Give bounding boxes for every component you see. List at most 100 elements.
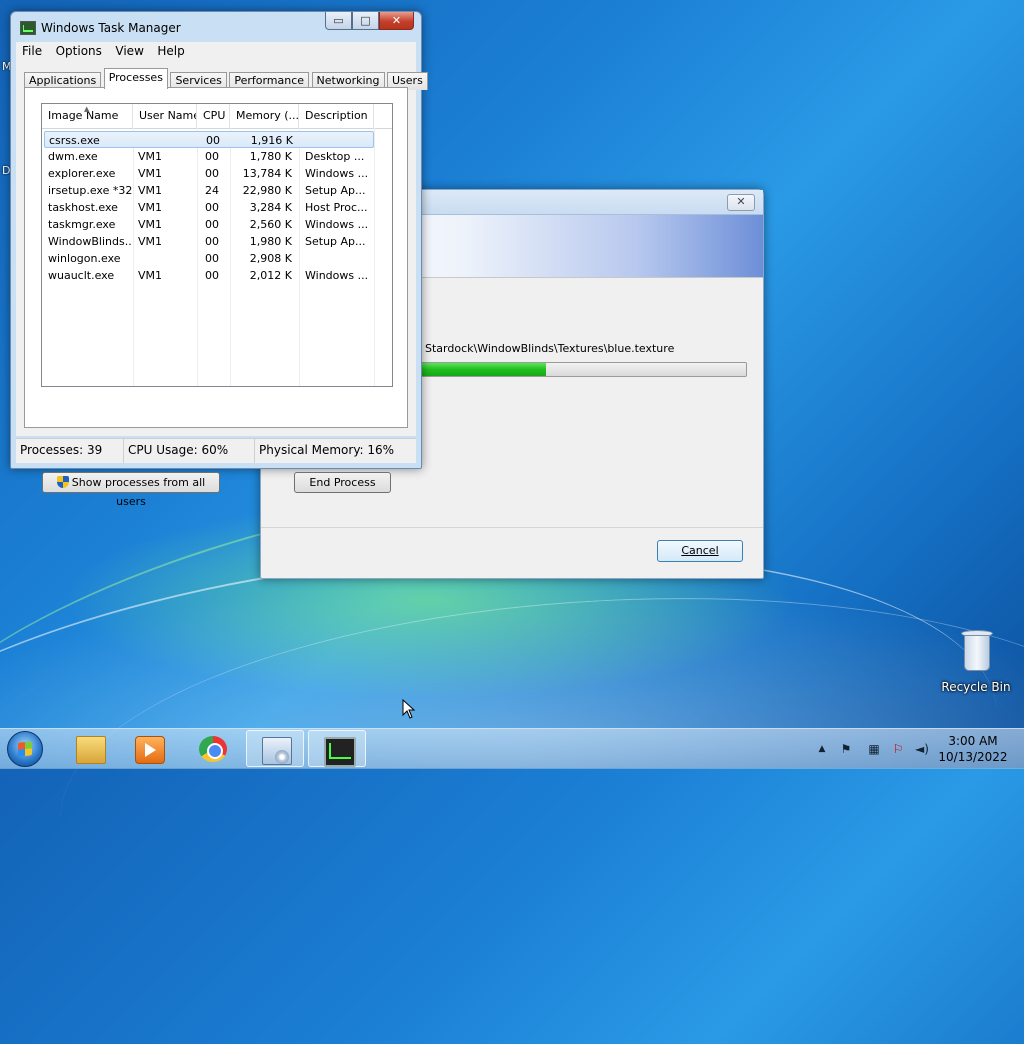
process-row[interactable]: WindowBlinds... VM1 00 1,980 K Setup Ap... <box>42 233 392 250</box>
process-row[interactable]: csrss.exe 00 1,916 K <box>44 131 374 148</box>
process-image-cell: csrss.exe <box>49 134 100 147</box>
process-memory-cell: 2,908 K <box>249 252 292 265</box>
volume-icon[interactable]: ◄) <box>914 741 930 757</box>
process-row[interactable]: irsetup.exe *32 VM1 24 22,980 K Setup Ap... <box>42 182 392 199</box>
menu-file[interactable]: File <box>16 42 46 61</box>
process-user-cell: VM1 <box>138 201 163 214</box>
process-user-cell: VM1 <box>138 150 163 163</box>
taskbar-item-explorer[interactable] <box>61 730 119 767</box>
process-image-cell: explorer.exe <box>48 167 116 180</box>
process-memory-cell: 13,784 K <box>242 167 292 180</box>
installer-close-button[interactable]: ✕ <box>727 194 755 211</box>
process-row[interactable]: explorer.exe VM1 00 13,784 K Windows ... <box>42 165 392 182</box>
process-image-cell: winlogon.exe <box>48 252 121 265</box>
taskbar-item-task-manager[interactable] <box>308 730 366 767</box>
clock-date: 10/13/2022 <box>938 750 1008 764</box>
menu-view[interactable]: View <box>109 42 147 61</box>
process-cpu-cell: 00 <box>205 269 219 282</box>
taskbar: ▲ ⚑ ▦ ⚐ ◄) 3:00 AM 10/13/2022 <box>0 728 1024 769</box>
windows-logo-icon <box>18 741 32 757</box>
status-processes: Processes: 39 <box>16 439 124 463</box>
close-button[interactable]: ✕ <box>379 12 414 30</box>
process-description-cell: Setup Ap... <box>305 235 366 248</box>
process-description-cell: Windows ... <box>305 269 369 282</box>
show-hidden-icons-arrow[interactable]: ▲ <box>814 741 830 757</box>
clock-time: 3:00 AM <box>948 734 998 748</box>
menu-options[interactable]: Options <box>50 42 106 61</box>
process-user-cell <box>138 250 196 267</box>
process-description-cell <box>306 132 372 149</box>
column-description[interactable]: Description <box>299 104 374 128</box>
show-all-processes-button[interactable]: Show processes from all users <box>42 472 220 508</box>
process-row[interactable]: wuauclt.exe VM1 00 2,012 K Windows ... <box>42 267 392 284</box>
process-row[interactable]: dwm.exe VM1 00 1,780 K Desktop ... <box>42 148 392 165</box>
column-user-name[interactable]: User Name <box>133 104 197 128</box>
tab-processes[interactable]: Processes <box>103 68 168 89</box>
recycle-bin-icon <box>961 630 993 671</box>
process-description-cell: Setup Ap... <box>305 184 366 197</box>
network-error-icon[interactable]: ⚐ <box>890 741 906 757</box>
process-image-cell: WindowBlinds... <box>48 235 132 248</box>
process-cpu-cell: 24 <box>205 184 219 197</box>
process-list-header: ▲ Image Name User Name CPU Memory (... D… <box>42 104 392 129</box>
taskbar-item-chrome[interactable] <box>184 730 242 767</box>
window-title: Windows Task Manager <box>41 21 181 35</box>
mouse-cursor-icon <box>402 699 416 719</box>
task-manager-client: Applications Processes Services Performa… <box>16 62 428 508</box>
column-cpu[interactable]: CPU <box>197 104 230 128</box>
show-all-processes-label: Show processes from all users <box>71 476 206 508</box>
process-memory-cell: 2,012 K <box>249 269 292 282</box>
process-cpu-cell: 00 <box>206 134 220 147</box>
process-user-cell <box>139 132 197 149</box>
column-memory[interactable]: Memory (... <box>230 104 299 128</box>
process-memory-cell: 1,780 K <box>249 150 292 163</box>
process-row[interactable]: taskmgr.exe VM1 00 2,560 K Windows ... <box>42 216 392 233</box>
menu-bar: File Options View Help <box>16 42 416 63</box>
process-row[interactable]: winlogon.exe 00 2,908 K <box>42 250 392 267</box>
process-user-cell: VM1 <box>138 184 163 197</box>
recycle-bin-shortcut[interactable]: Recycle Bin <box>940 630 1012 694</box>
process-image-cell: taskmgr.exe <box>48 218 116 231</box>
process-memory-cell: 3,284 K <box>249 201 292 214</box>
menu-help[interactable]: Help <box>151 42 188 61</box>
process-memory-cell: 1,980 K <box>249 235 292 248</box>
network-icon[interactable]: ▦ <box>866 741 882 757</box>
process-cpu-cell: 00 <box>205 150 219 163</box>
status-physical-memory: Physical Memory: 16% <box>259 443 395 457</box>
process-image-cell: wuauclt.exe <box>48 269 115 282</box>
cancel-button[interactable]: Cancel <box>657 540 743 562</box>
start-button[interactable] <box>7 731 43 767</box>
installer-progress-fill <box>412 363 546 376</box>
task-manager-titlebar[interactable]: Windows Task Manager ▭ □ ✕ <box>11 12 421 44</box>
column-image-name[interactable]: ▲ Image Name <box>42 104 133 128</box>
minimize-button[interactable]: ▭ <box>325 12 352 30</box>
process-cpu-cell: 00 <box>205 218 219 231</box>
process-image-cell: dwm.exe <box>48 150 98 163</box>
end-process-button[interactable]: End Process <box>294 472 391 493</box>
taskbar-item-setup[interactable] <box>246 730 304 767</box>
process-description-cell: Windows ... <box>305 218 369 231</box>
process-user-cell: VM1 <box>138 269 163 282</box>
uac-shield-icon <box>56 476 69 488</box>
folder-icon <box>76 736 106 764</box>
process-description-cell <box>305 250 371 267</box>
task-manager-icon <box>324 737 356 767</box>
taskbar-item-media-player[interactable] <box>120 730 178 767</box>
process-cpu-cell: 00 <box>205 235 219 248</box>
process-memory-cell: 22,980 K <box>242 184 292 197</box>
process-memory-cell: 1,916 K <box>250 134 293 147</box>
clock[interactable]: 3:00 AM 10/13/2022 <box>930 733 1016 765</box>
process-row[interactable]: taskhost.exe VM1 00 3,284 K Host Proc... <box>42 199 392 216</box>
process-description-cell: Windows ... <box>305 167 369 180</box>
task-manager-window[interactable]: Windows Task Manager ▭ □ ✕ File Options … <box>10 11 428 508</box>
maximize-button[interactable]: □ <box>352 12 379 30</box>
action-center-icon[interactable]: ⚑ <box>838 741 854 757</box>
media-player-icon <box>135 736 165 764</box>
task-manager-icon <box>20 21 36 35</box>
process-cpu-cell: 00 <box>205 167 219 180</box>
process-description-cell: Host Proc... <box>305 201 368 214</box>
recycle-bin-label: Recycle Bin <box>941 680 1011 694</box>
status-bar: Processes: 39 CPU Usage: 60% Physical Me… <box>16 438 416 463</box>
process-list[interactable]: ▲ Image Name User Name CPU Memory (... D… <box>41 103 393 387</box>
chrome-icon <box>199 736 227 762</box>
